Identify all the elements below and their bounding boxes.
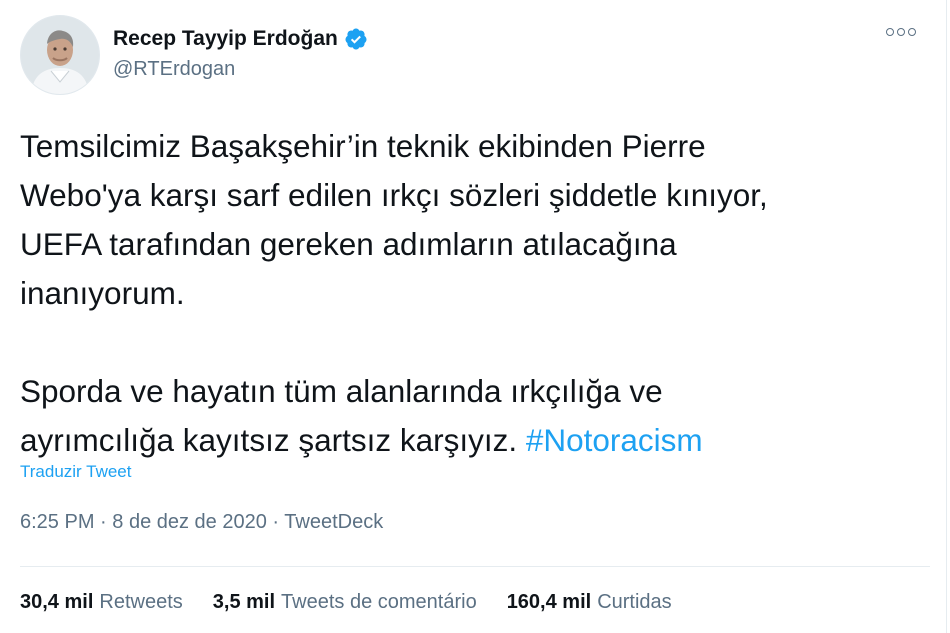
tweet-source[interactable]: TweetDeck bbox=[284, 511, 383, 533]
tweet-card: Recep Tayyip Erdoğan @RTErdogan Temsilci… bbox=[0, 0, 947, 633]
likes-stat[interactable]: 160,4 mil Curtidas bbox=[507, 591, 672, 614]
meta-separator: · bbox=[266, 511, 285, 533]
tweet-stats: 30,4 mil Retweets 3,5 mil Tweets de coment… bbox=[20, 591, 702, 614]
tweet-text: Temsilcimiz Başakşehir’in teknik ekibind… bbox=[20, 122, 920, 465]
retweets-count: 30,4 mil bbox=[20, 591, 94, 613]
author-name-row[interactable]: Recep Tayyip Erdoğan bbox=[113, 27, 368, 51]
divider bbox=[20, 566, 930, 567]
tweet-time[interactable]: 6:25 PM bbox=[20, 511, 94, 533]
more-dot bbox=[908, 28, 916, 36]
meta-separator: · bbox=[94, 511, 113, 533]
likes-label: Curtidas bbox=[597, 591, 672, 613]
tweet-paragraph-1: Temsilcimiz Başakşehir’in teknik ekibind… bbox=[20, 128, 768, 311]
translate-tweet-link[interactable]: Traduzir Tweet bbox=[20, 462, 132, 482]
author-avatar[interactable] bbox=[20, 15, 100, 95]
quotes-count: 3,5 mil bbox=[212, 591, 276, 613]
tweet-meta: 6:25 PM · 8 de dez de 2020 · TweetDeck bbox=[20, 511, 383, 534]
tweet-date[interactable]: 8 de dez de 2020 bbox=[112, 511, 267, 533]
quotes-label: Tweets de comentário bbox=[281, 591, 477, 613]
verified-badge-icon bbox=[345, 28, 367, 50]
more-dot bbox=[886, 28, 894, 36]
hashtag-link[interactable]: #Notoracism bbox=[526, 422, 703, 458]
author-handle[interactable]: @RTErdogan bbox=[113, 58, 235, 81]
more-options-icon[interactable] bbox=[886, 28, 916, 36]
likes-count: 160,4 mil bbox=[506, 591, 592, 613]
author-name[interactable]: Recep Tayyip Erdoğan bbox=[113, 27, 338, 51]
profile-photo-icon bbox=[21, 16, 99, 94]
retweets-stat[interactable]: 30,4 mil Retweets bbox=[20, 591, 183, 614]
retweets-label: Retweets bbox=[99, 591, 183, 613]
more-dot bbox=[897, 28, 905, 36]
quote-tweets-stat[interactable]: 3,5 mil Tweets de comentário bbox=[213, 591, 477, 614]
